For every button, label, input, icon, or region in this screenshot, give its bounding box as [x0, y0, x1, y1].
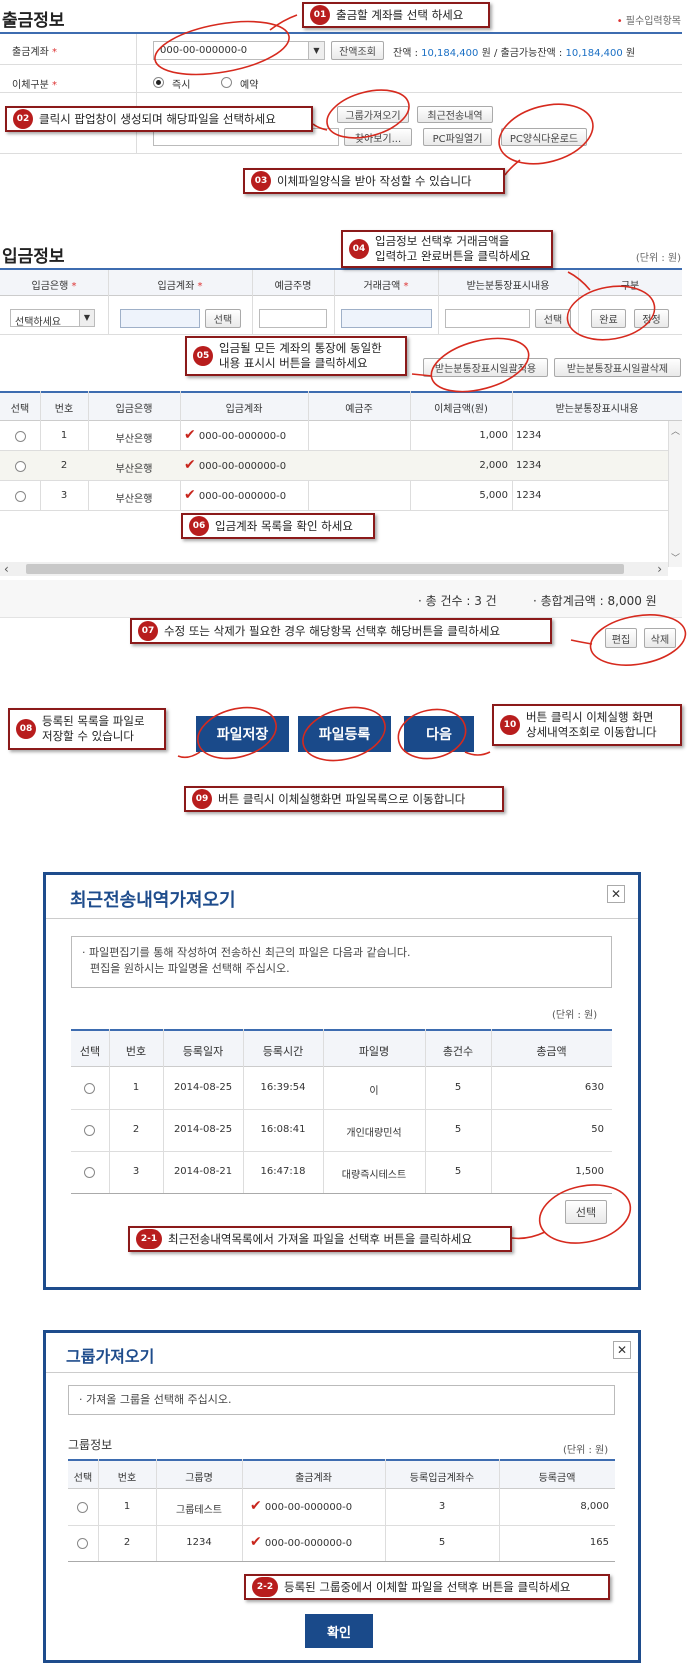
- callout-number: 07: [138, 621, 158, 641]
- callout-number: 05: [193, 346, 213, 366]
- callout-text-line1: 입금될 모든 계좌의 통장에 동일한: [219, 341, 382, 355]
- callout-05: 05 입금될 모든 계좌의 통장에 동일한 내용 표시시 버튼을 클릭하세요: [185, 336, 407, 376]
- annotation-ellipse-next: [397, 708, 491, 760]
- annotation-ellipse-register: [302, 706, 386, 762]
- callout-number: 06: [189, 516, 209, 536]
- callout-text-line2: 내용 표시시 버튼을 클릭하세요: [219, 356, 368, 370]
- callout-text: 수정 또는 삭제가 필요한 경우 해당항목 선택후 해당버튼을 클릭하세요: [164, 623, 501, 638]
- annotation-ellipse-recent-select: [511, 1184, 632, 1244]
- callout-number: 2-2: [252, 1577, 278, 1597]
- callout-03: 03 이체파일양식을 받아 작성할 수 있습니다: [243, 168, 505, 194]
- annotation-ellipse-download: [498, 103, 594, 176]
- callout-number: 01: [310, 5, 330, 25]
- annotation-ellipse-edit: [570, 614, 687, 666]
- callout-number: 10: [500, 715, 520, 735]
- callout-text: 출금할 계좌를 선택 하세요: [336, 7, 464, 22]
- callout-text-line1: 입금정보 선택후 거래금액을: [375, 234, 510, 248]
- callout-text: 최근전송내역목록에서 가져올 파일을 선택후 버튼을 클릭하세요: [168, 1231, 472, 1246]
- callout-06: 06 입금계좌 목록을 확인 하세요: [181, 513, 375, 539]
- callout-text-line1: 등록된 목록을 파일로: [42, 714, 145, 728]
- callout-02: 02 클릭시 팝업창이 생성되며 해당파일을 선택하세요: [5, 106, 313, 132]
- callout-08: 08 등록된 목록을 파일로 저장할 수 있습니다: [8, 708, 166, 750]
- callout-text-line2: 입력하고 완료버튼을 클릭하세요: [375, 249, 531, 263]
- callout-text: 클릭시 팝업창이 생성되며 해당파일을 선택하세요: [39, 111, 276, 126]
- callout-01: 01 출금할 계좌를 선택 하세요: [302, 2, 490, 28]
- callout-number: 04: [349, 239, 369, 259]
- callout-text: 입금계좌 목록을 확인 하세요: [215, 518, 353, 533]
- callout-2-2: 2-2 등록된 그룹중에서 이체할 파일을 선택후 버튼을 클릭하세요: [244, 1574, 610, 1600]
- callout-number: 08: [16, 719, 36, 739]
- annotation-ellipse-bulk: [411, 337, 530, 393]
- annotation-ellipse-group-btns: [312, 89, 410, 139]
- callout-text-line2: 상세내역조회로 이동합니다: [526, 725, 657, 739]
- callout-text: 버튼 클릭시 이체실행화면 파일목록으로 이동합니다: [218, 791, 466, 806]
- callout-text: 이체파일양식을 받아 작성할 수 있습니다: [277, 173, 472, 188]
- callout-07: 07 수정 또는 삭제가 필요한 경우 해당항목 선택후 해당버튼을 클릭하세요: [130, 618, 552, 644]
- callout-number: 09: [192, 789, 212, 809]
- callout-text: 등록된 그룹중에서 이체할 파일을 선택후 버튼을 클릭하세요: [284, 1579, 571, 1594]
- callout-2-1: 2-1 최근전송내역목록에서 가져올 파일을 선택후 버튼을 클릭하세요: [128, 1226, 512, 1252]
- callout-09: 09 버튼 클릭시 이체실행화면 파일목록으로 이동합니다: [184, 786, 504, 812]
- callout-number: 03: [251, 171, 271, 191]
- callout-number: 02: [13, 109, 33, 129]
- callout-number: 2-1: [136, 1229, 162, 1249]
- callout-04: 04 입금정보 선택후 거래금액을 입력하고 완료버튼을 클릭하세요: [341, 230, 553, 268]
- annotation-ellipse-account: [154, 14, 298, 76]
- callout-text-line2: 저장할 수 있습니다: [42, 729, 134, 743]
- annotation-ellipse-save: [177, 706, 277, 760]
- callout-10: 10 버튼 클릭시 이체실행 화면 상세내역조회로 이동합니다: [492, 704, 682, 746]
- annotation-ellipse-complete: [566, 271, 656, 341]
- callout-text-line1: 버튼 클릭시 이체실행 화면: [526, 710, 654, 724]
